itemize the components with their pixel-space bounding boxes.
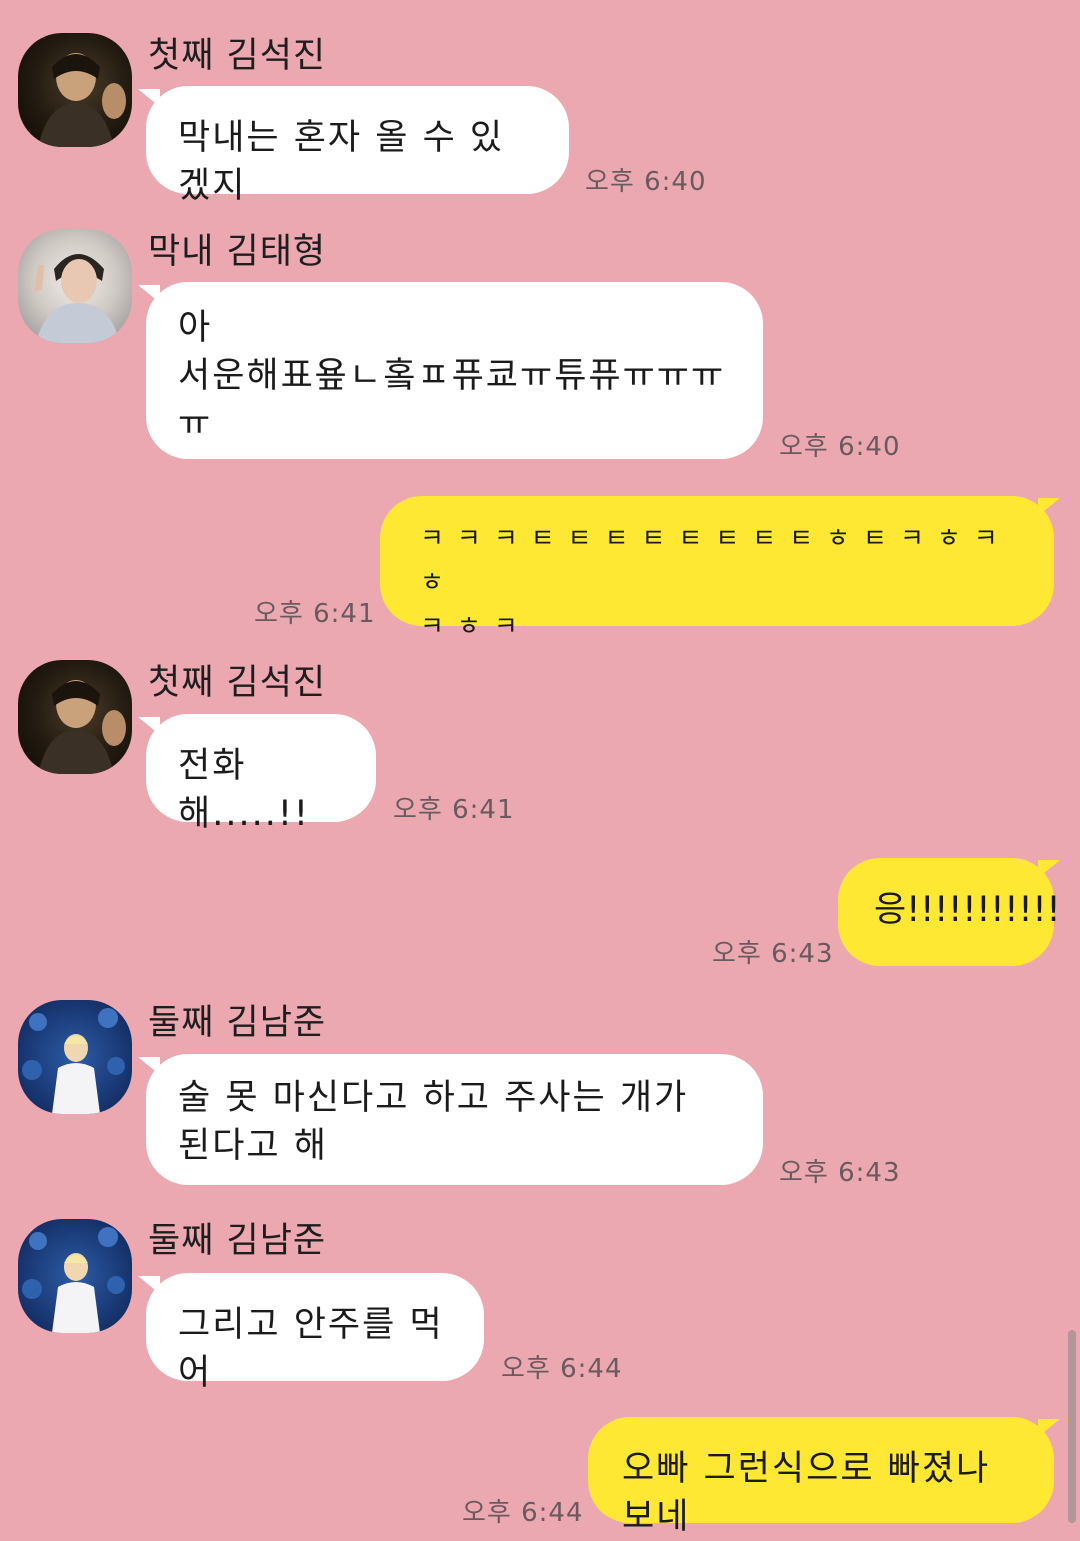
message-bubble[interactable]: ㅋㅋㅋㅌㅌㅌㅌㅌㅌㅌㅌㅎㅌㅋㅎㅋㅎ ㅋㅎㅋ xyxy=(380,496,1054,642)
scrollbar[interactable] xyxy=(1068,1330,1076,1523)
message-time: 오후 6:40 xyxy=(585,167,707,197)
message-time: 오후 6:44 xyxy=(501,1354,623,1384)
message-time: 오후 6:43 xyxy=(779,1158,901,1188)
jin-avatar[interactable] xyxy=(18,660,132,774)
message-bubble[interactable]: 오빠 그런식으로 빠졌나보네 xyxy=(588,1417,1054,1537)
jin-avatar[interactable] xyxy=(18,33,132,147)
sender-name: 막내 김태형 xyxy=(148,232,327,272)
message-time: 오후 6:43 xyxy=(712,939,834,969)
message-bubble[interactable]: 응!!!!!!!!!!! xyxy=(838,858,1061,966)
sender-name: 둘째 김남준 xyxy=(148,1221,327,1261)
taehyung-avatar[interactable] xyxy=(18,229,132,343)
message-bubble[interactable]: 그리고 안주를 먹어 xyxy=(146,1273,484,1393)
message-time: 오후 6:41 xyxy=(254,599,376,629)
message-time: 오후 6:41 xyxy=(393,795,515,825)
sender-name: 첫째 김석진 xyxy=(148,663,327,703)
namjoon-avatar[interactable] xyxy=(18,1219,132,1333)
sender-name: 둘째 김남준 xyxy=(148,1003,327,1043)
bubble-tail xyxy=(1038,498,1060,516)
namjoon-avatar[interactable] xyxy=(18,1000,132,1114)
sender-name: 첫째 김석진 xyxy=(148,36,327,76)
message-bubble[interactable]: 전화해.....!! xyxy=(146,714,376,834)
message-time: 오후 6:40 xyxy=(779,432,901,462)
message-bubble[interactable]: 술 못 마신다고 하고 주사는 개가 된다고 해 xyxy=(146,1054,763,1185)
message-bubble[interactable]: 막내는 혼자 올 수 있겠지 xyxy=(146,86,569,206)
message-time: 오후 6:44 xyxy=(462,1498,584,1528)
message-bubble[interactable]: 아 서운해표욮ㄴ홐ㅍ퓨쿄ㅠ튜퓨ㅠㅠㅠ ㅠ xyxy=(146,282,763,459)
bubble-tail xyxy=(1038,860,1060,878)
bubble-tail xyxy=(1038,1419,1060,1437)
